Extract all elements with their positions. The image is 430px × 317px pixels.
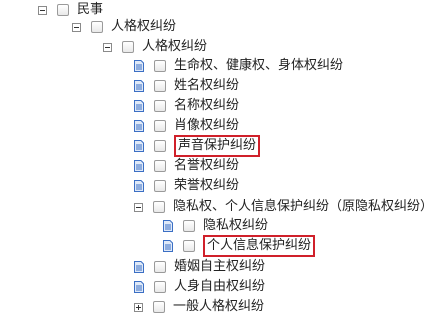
tree-item-life-health[interactable]: 生命权、健康权、身体权纠纷 (134, 56, 343, 76)
checkbox[interactable] (154, 100, 166, 112)
checkbox[interactable] (183, 220, 195, 232)
checkbox[interactable] (154, 281, 166, 293)
tree-item-portrait-right[interactable]: 肖像权纠纷 (134, 116, 239, 136)
checkbox[interactable] (154, 160, 166, 172)
tree-item-voice-protection[interactable]: 声音保护纠纷 (134, 135, 261, 157)
node-label: 隐私权、个人信息保护纠纷（原隐私权纠纷） (173, 199, 430, 214)
checkbox[interactable] (122, 41, 134, 53)
checkbox[interactable] (154, 261, 166, 273)
expand-toggle-icon[interactable] (134, 302, 143, 312)
checkbox[interactable] (153, 201, 165, 213)
document-icon (134, 80, 144, 92)
node-label: 婚姻自主权纠纷 (174, 259, 266, 274)
tree-item-personal-freedom[interactable]: 人身自由权纠纷 (134, 277, 265, 297)
node-label: 肖像权纠纷 (174, 118, 240, 133)
checkbox[interactable] (154, 80, 166, 92)
tree-item-honor-right[interactable]: 荣誉权纠纷 (134, 176, 239, 196)
document-icon (134, 160, 144, 172)
document-icon (134, 140, 144, 152)
tree-item-reputation-right[interactable]: 名誉权纠纷 (134, 156, 239, 176)
collapse-toggle-icon[interactable] (134, 202, 143, 212)
document-icon (134, 180, 144, 192)
checkbox[interactable] (154, 180, 166, 192)
node-label: 人身自由权纠纷 (174, 279, 266, 294)
node-label: 隐私权纠纷 (203, 218, 269, 233)
checkbox[interactable] (153, 301, 165, 313)
tree-node-renge-quan[interactable]: 人格权纠纷 (72, 17, 176, 37)
node-label: 名誉权纠纷 (174, 158, 240, 173)
node-label: 一般人格权纠纷 (173, 299, 265, 314)
node-label: 名称权纠纷 (174, 98, 240, 113)
node-label: 荣誉权纠纷 (174, 178, 240, 193)
checkbox[interactable] (183, 240, 195, 252)
checkbox[interactable] (154, 120, 166, 132)
node-label-highlighted: 声音保护纠纷 (174, 135, 261, 157)
checkbox[interactable] (154, 60, 166, 72)
collapse-toggle-icon[interactable] (38, 5, 47, 15)
checkbox[interactable] (154, 140, 166, 152)
collapse-toggle-icon[interactable] (103, 42, 112, 52)
tree-item-privacy-right[interactable]: 隐私权纠纷 (163, 216, 268, 236)
document-icon (163, 220, 173, 232)
tree-item-title-right[interactable]: 名称权纠纷 (134, 96, 239, 116)
document-icon (163, 240, 173, 252)
node-label: 姓名权纠纷 (174, 78, 240, 93)
checkbox[interactable] (57, 4, 69, 16)
tree-node-general-personality[interactable]: 一般人格权纠纷 (134, 297, 264, 317)
tree-node-privacy[interactable]: 隐私权、个人信息保护纠纷（原隐私权纠纷） (134, 197, 430, 217)
node-label: 人格权纠纷 (142, 39, 208, 54)
checkbox[interactable] (91, 21, 103, 33)
document-icon (134, 120, 144, 132)
document-icon (134, 60, 144, 72)
tree-item-name-right[interactable]: 姓名权纠纷 (134, 76, 239, 96)
document-icon (134, 100, 144, 112)
tree-item-personal-info[interactable]: 个人信息保护纠纷 (163, 235, 316, 257)
tree-item-marriage-autonomy[interactable]: 婚姻自主权纠纷 (134, 257, 265, 277)
tree-node-renge-quan-sub[interactable]: 人格权纠纷 (103, 37, 207, 57)
collapse-toggle-icon[interactable] (72, 22, 81, 32)
document-icon (134, 261, 144, 273)
node-label: 生命权、健康权、身体权纠纷 (174, 58, 344, 73)
node-label: 人格权纠纷 (111, 19, 177, 34)
node-label-highlighted: 个人信息保护纠纷 (203, 235, 316, 257)
document-icon (134, 281, 144, 293)
